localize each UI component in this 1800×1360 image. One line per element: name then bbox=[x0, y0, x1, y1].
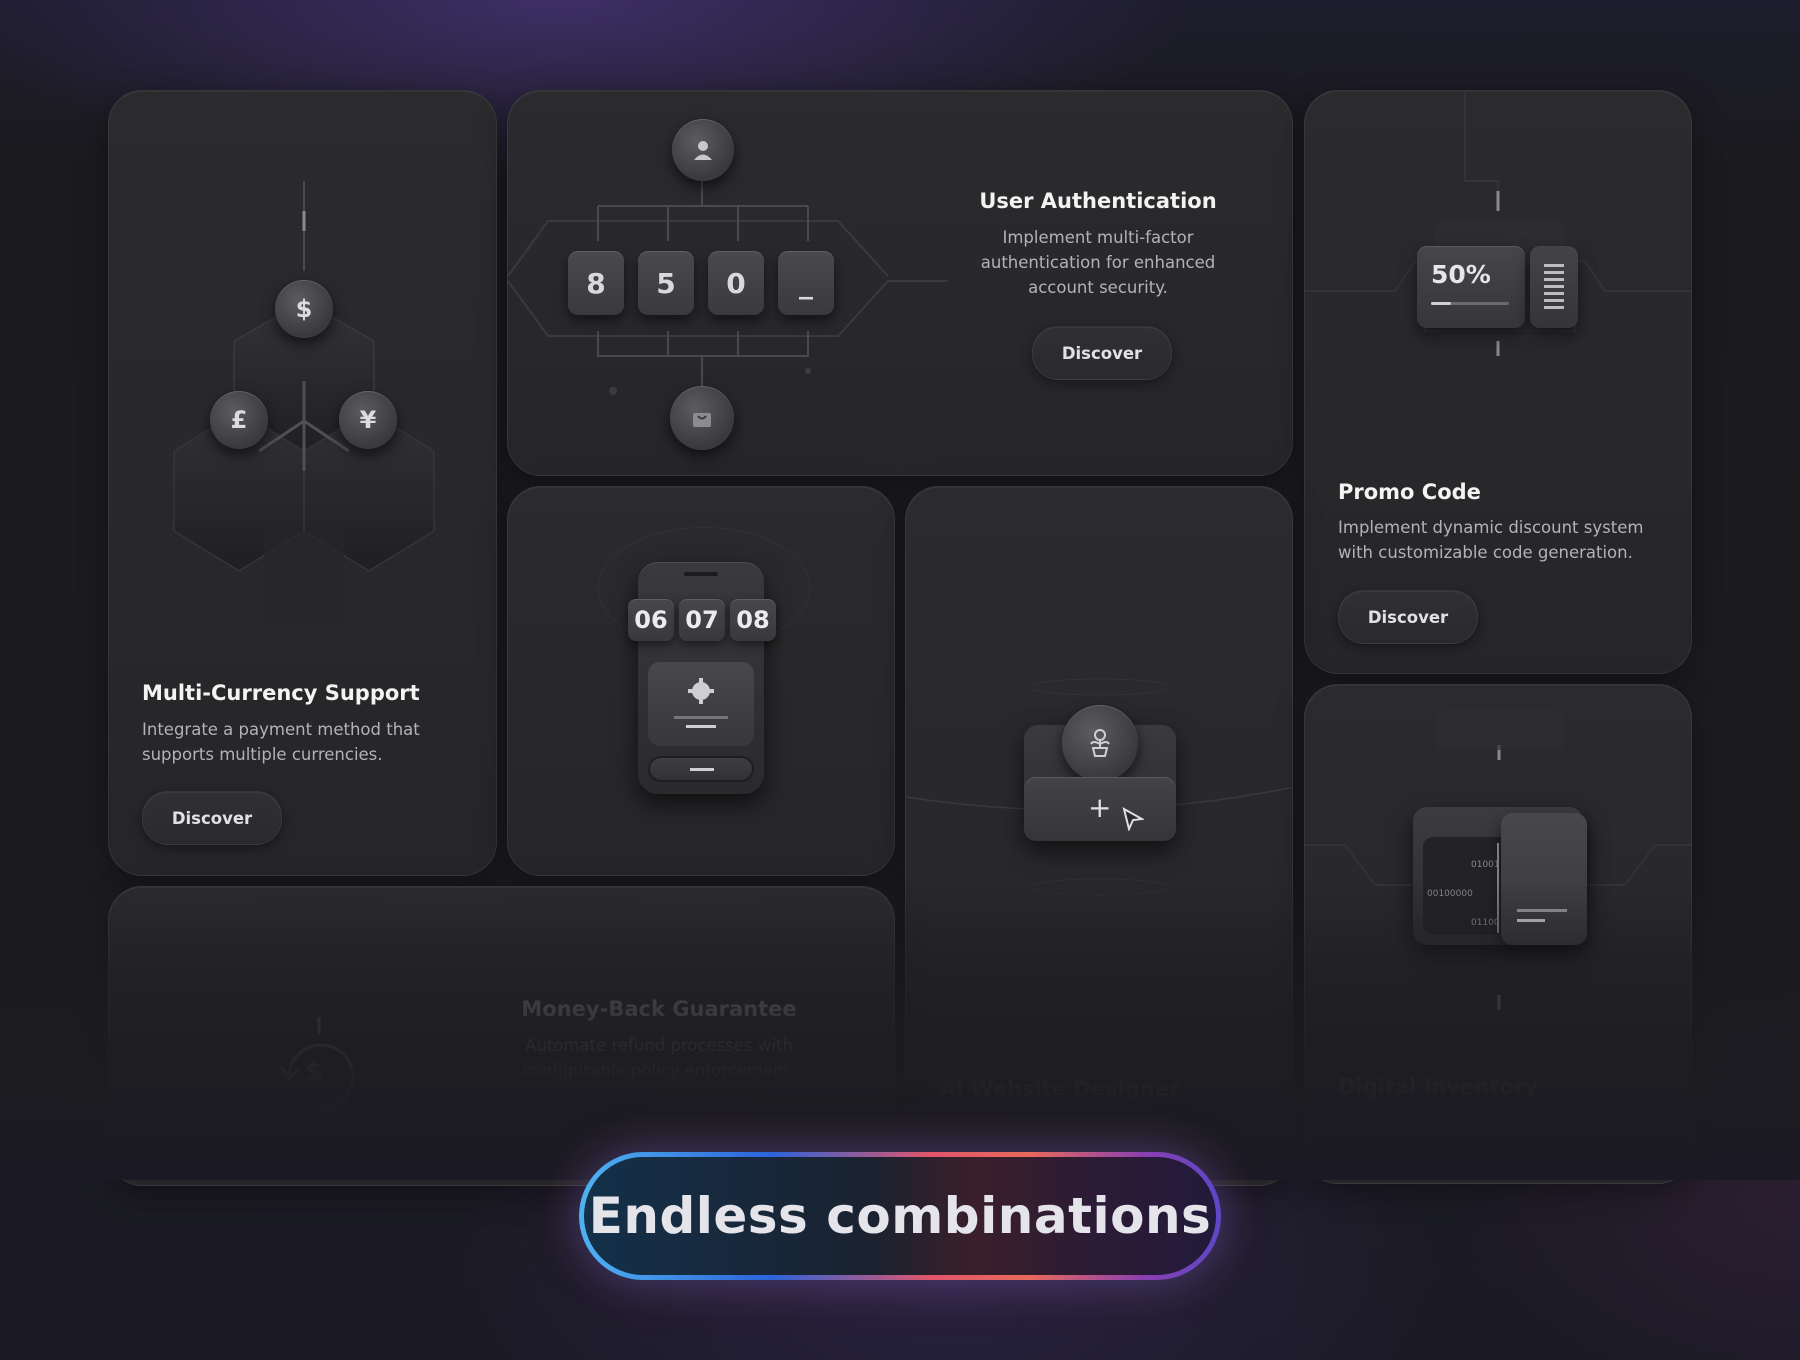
dollar-coin-icon: $ bbox=[275, 280, 333, 338]
code-digit: 0 bbox=[708, 251, 764, 315]
discover-button[interactable]: Discover bbox=[1032, 326, 1172, 380]
pound-coin-icon: £ bbox=[210, 391, 268, 449]
card-description: Implement multi-factor authentication fo… bbox=[980, 228, 1216, 297]
discount-value: 50% bbox=[1431, 260, 1491, 289]
card-title: User Authentication bbox=[979, 189, 1217, 213]
document-icon bbox=[1501, 813, 1587, 945]
card-description: Automate refund processes with configura… bbox=[522, 1036, 796, 1080]
phone-slider-button[interactable] bbox=[648, 756, 754, 782]
card-promo-code: 50% Promo Code Implement dynamic discoun… bbox=[1304, 90, 1692, 674]
card-multi-currency: $ £ ¥ Multi-Currency Support Integrate a… bbox=[108, 90, 497, 876]
endless-combinations-banner[interactable]: Endless combinations bbox=[579, 1152, 1221, 1280]
code-digit: 5 bbox=[638, 251, 694, 315]
card-user-authentication: 8 5 0 _ User Authentication Implement mu… bbox=[507, 90, 1293, 476]
card-timer: 06 07 08 bbox=[507, 486, 895, 876]
discount-ticket: 50% bbox=[1417, 246, 1525, 328]
add-button[interactable]: + bbox=[1024, 777, 1176, 841]
card-title: Digital Inventory bbox=[1338, 1075, 1538, 1099]
banner-label: Endless combinations bbox=[584, 1157, 1216, 1275]
shopping-bag-icon bbox=[670, 386, 734, 450]
phone-device bbox=[638, 562, 764, 794]
barcode-icon bbox=[1530, 246, 1578, 328]
card-title: AI Website Designer bbox=[939, 1077, 1180, 1101]
card-title: Money-Back Guarantee bbox=[521, 997, 797, 1021]
code-digit: 8 bbox=[568, 251, 624, 315]
card-title: Multi-Currency Support bbox=[142, 681, 420, 705]
discover-button[interactable]: Discover bbox=[1338, 590, 1478, 644]
time-box: 08 bbox=[730, 599, 776, 641]
card-digital-inventory: 01001 00100000 01100 Digital Inventory bbox=[1304, 684, 1692, 1184]
card-ai-website-designer: + AI Website Designer bbox=[905, 486, 1293, 1186]
yen-coin-icon: ¥ bbox=[339, 391, 397, 449]
time-box: 06 bbox=[628, 599, 674, 641]
plus-icon: + bbox=[1088, 791, 1112, 824]
card-money-back-guarantee: $ Money-Back Guarantee Automate refund p… bbox=[108, 886, 895, 1186]
plant-icon bbox=[1062, 705, 1138, 781]
cursor-icon bbox=[1122, 807, 1144, 831]
discover-button[interactable]: Discover bbox=[142, 791, 282, 845]
card-description: Implement dynamic discount system with c… bbox=[1338, 518, 1644, 562]
time-box: 07 bbox=[679, 599, 725, 641]
card-title: Promo Code bbox=[1338, 480, 1481, 504]
currency-hex-illustration bbox=[173, 181, 435, 621]
gear-icon bbox=[688, 678, 714, 704]
gear-panel bbox=[648, 662, 754, 746]
code-digit: _ bbox=[778, 251, 834, 315]
refund-dollar-icon: $ bbox=[305, 1057, 324, 1087]
card-description: Integrate a payment method that supports… bbox=[142, 720, 420, 764]
user-avatar-icon bbox=[672, 119, 734, 181]
